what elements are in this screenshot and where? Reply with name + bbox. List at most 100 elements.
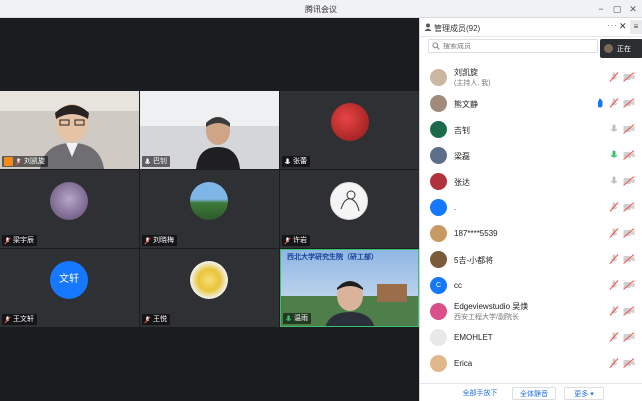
video-tile-7[interactable]: 文轩 王文轩 [0, 249, 139, 327]
tooltip-text: 正在 [617, 45, 631, 53]
sketch-avatar-icon [340, 190, 360, 212]
mic-icon [144, 157, 151, 164]
camera-off-icon[interactable] [623, 254, 635, 264]
lower-all-hands-button[interactable]: 全部手放下 [448, 387, 512, 400]
mic-icon [284, 157, 291, 164]
member-name: Erica [454, 359, 473, 368]
members-panel: 管理成员(92) ··· ✕ ≡ 正在 刘凯旋 (主持人, 我) 熊文静吉钊梁磊张达… [419, 18, 642, 401]
maximize-icon[interactable]: ▢ [610, 2, 624, 16]
tile-name-bar: 梁宇辰 [2, 235, 37, 246]
participant-avatar: 文轩 [50, 261, 88, 299]
mic-muted-icon[interactable] [609, 202, 619, 212]
panel-title: 管理成员(92) [434, 24, 481, 33]
member-row[interactable]: 熊文静 [420, 90, 642, 116]
tile-name: 张蕾 [293, 158, 307, 165]
mic-muted-icon [144, 236, 151, 245]
more-button[interactable]: 更多 ▾ [564, 387, 604, 400]
minimize-icon[interactable]: − [594, 2, 608, 16]
member-list: 刘凯旋 (主持人, 我) 熊文静 吉钊 梁磊 张达. 187****5539 5吉-小都将 Cc… [420, 64, 642, 376]
member-row[interactable]: Erica [420, 350, 642, 376]
member-avatar [430, 250, 447, 268]
tile-name: 许岩 [293, 237, 307, 244]
member-row[interactable]: . [420, 194, 642, 220]
camera-off-icon[interactable] [623, 72, 635, 82]
member-name: 187****5539 [454, 229, 498, 238]
member-row[interactable]: Edgeviewstudio 吴焕 西安工程大学/副院长 [420, 298, 642, 324]
more-options-icon[interactable]: ··· [607, 21, 618, 30]
video-tile-8[interactable]: 王悦 [140, 249, 279, 327]
mic-muted-icon[interactable] [609, 72, 619, 82]
member-row[interactable]: 5吉-小都将 [420, 246, 642, 272]
mic-muted-icon[interactable] [609, 228, 619, 238]
member-name: 刘凯旋 [454, 68, 478, 77]
camera-off-icon[interactable] [623, 124, 635, 134]
video-banner-text: 西北大学研究生院（研工部） [287, 254, 378, 261]
mic-muted-icon[interactable] [609, 306, 619, 316]
tile-name: 王悦 [153, 316, 167, 323]
mic-muted-icon[interactable] [609, 358, 619, 368]
video-tile-9-active-speaker[interactable]: 西北大学研究生院（研工部） 温雨 [280, 249, 419, 327]
camera-off-icon[interactable] [623, 176, 635, 186]
camera-off-icon[interactable] [623, 202, 635, 212]
member-row[interactable]: EMOHLET [420, 324, 642, 350]
search-icon [432, 42, 440, 50]
member-name: 张达 [454, 178, 470, 187]
video-tile-5[interactable]: 刘晓梅 [140, 170, 279, 248]
member-avatar [430, 224, 447, 242]
mic-icon[interactable] [609, 124, 619, 134]
video-tile-3[interactable]: 张蕾 [280, 91, 419, 169]
tile-name-bar: 刘凯旋 [2, 156, 48, 167]
member-name: 熊文静 [454, 100, 478, 109]
member-avatar [430, 68, 447, 86]
member-row[interactable]: 梁磊 [420, 142, 642, 168]
people-icon [424, 23, 432, 31]
camera-off-icon[interactable] [623, 280, 635, 290]
video-tile-4[interactable]: 梁宇辰 [0, 170, 139, 248]
search-input[interactable] [443, 42, 593, 50]
mic-muted-icon[interactable] [609, 332, 619, 342]
mute-all-button[interactable]: 全体静音 [512, 387, 556, 400]
mic-muted-icon [15, 157, 22, 166]
camera-off-icon[interactable] [623, 228, 635, 238]
mic-muted-icon[interactable] [609, 280, 619, 290]
member-name: 梁磊 [454, 152, 470, 161]
camera-off-icon[interactable] [623, 306, 635, 316]
close-window-icon[interactable]: ✕ [626, 2, 640, 16]
member-row[interactable]: 187****5539 [420, 220, 642, 246]
tooltip-avatar [604, 44, 613, 53]
video-tile-1[interactable]: 刘凯旋 [0, 91, 139, 169]
member-avatar: C [430, 276, 447, 294]
mic-muted-icon [284, 236, 291, 245]
video-tile-2[interactable]: 巴钊 [140, 91, 279, 169]
panel-menu-icon[interactable]: ≡ [630, 20, 642, 34]
camera-off-icon[interactable] [623, 98, 635, 108]
camera-off-icon[interactable] [623, 358, 635, 368]
tile-name: 刘凯旋 [24, 158, 45, 165]
participant-avatar [330, 182, 368, 220]
tile-name-bar: 张蕾 [282, 156, 310, 167]
member-name: 吉钊 [454, 126, 470, 135]
mic-icon[interactable] [609, 176, 619, 186]
member-row[interactable]: Ccc [420, 272, 642, 298]
camera-off-icon[interactable] [623, 332, 635, 342]
member-name: . [454, 203, 457, 212]
camera-off-icon[interactable] [623, 150, 635, 160]
member-row[interactable]: 刘凯旋 (主持人, 我) [420, 64, 642, 90]
member-name: cc [454, 281, 462, 290]
tile-name-bar: 刘晓梅 [142, 235, 177, 246]
participant-avatar [50, 182, 88, 220]
video-tile-6[interactable]: 许岩 [280, 170, 419, 248]
mic-muted-icon [144, 315, 151, 324]
tile-name-bar: 巴钊 [142, 156, 170, 167]
member-row[interactable]: 吉钊 [420, 116, 642, 142]
member-avatar [430, 94, 447, 112]
participant-avatar [190, 261, 228, 299]
member-search[interactable] [428, 39, 598, 53]
member-subtitle: (主持人, 我) [454, 80, 491, 87]
member-row[interactable]: 张达 [420, 168, 642, 194]
mic-muted-icon[interactable] [609, 98, 619, 108]
mic-muted-icon[interactable] [609, 254, 619, 264]
mic-speaking-icon[interactable] [609, 150, 619, 160]
member-name: Edgeviewstudio 吴焕 [454, 302, 529, 311]
close-panel-icon[interactable]: ✕ [619, 21, 627, 32]
